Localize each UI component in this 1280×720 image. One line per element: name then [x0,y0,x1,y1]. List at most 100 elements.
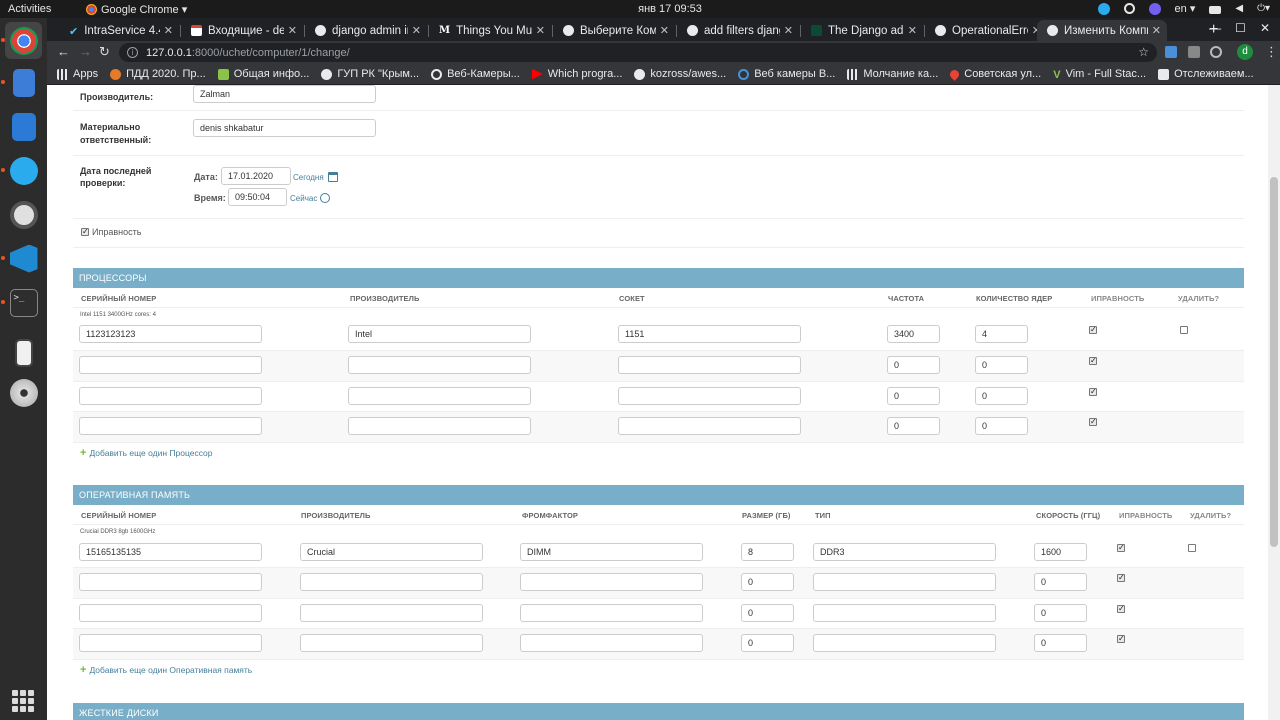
processor-maker-input[interactable] [348,356,531,374]
add-ram-link[interactable]: + Добавить еще один Оперативная память [80,665,252,676]
ram-maker-input[interactable] [300,573,483,591]
language-indicator[interactable]: en ▾ [1175,2,1196,15]
page-scrollbar[interactable] [1268,85,1280,720]
tab-operational-error[interactable]: OperationalError✕ [925,20,1047,41]
forward-icon[interactable]: → [79,44,92,59]
processor-maker-input[interactable]: Intel [348,325,531,343]
ram-speed-input[interactable]: 1600 [1034,543,1087,561]
ram-form-input[interactable] [520,634,703,652]
dock-calculator[interactable] [5,334,42,371]
bookmark-item[interactable]: kozross/awes... [634,68,726,80]
telegram-tray-icon[interactable] [1097,2,1110,15]
time-input[interactable]: 09:50:04 [228,188,287,206]
responsible-input[interactable]: denis shkabatur [193,119,376,137]
ram-maker-input[interactable] [300,604,483,622]
tab-django-admin[interactable]: The Django admin ✕ [801,20,923,41]
ram-size-input[interactable]: 0 [741,634,794,652]
tab-things-you-must[interactable]: M Things You Must ✕ [429,20,551,41]
extension-icon[interactable] [1210,46,1222,58]
chrome-menu-icon[interactable]: ⋮ [1265,44,1278,60]
ram-serial-input[interactable] [79,573,262,591]
ram-form-input[interactable] [520,573,703,591]
ram-working-checkbox[interactable]: ✓ [1117,574,1125,582]
bookmark-item[interactable]: Which progra... [531,68,622,80]
dock-image-viewer[interactable] [5,196,42,233]
ram-working-checkbox[interactable]: ✓ [1117,635,1125,643]
ram-speed-input[interactable]: 0 [1034,573,1087,591]
close-tab-icon[interactable]: ✕ [164,24,173,37]
bookmark-star-icon[interactable]: ☆ [1138,45,1149,59]
site-info-icon[interactable]: i [127,47,138,58]
close-tab-icon[interactable]: ✕ [660,24,669,37]
ram-working-checkbox[interactable]: ✓ [1117,544,1125,552]
close-tab-icon[interactable]: ✕ [288,24,297,37]
processor-freq-input[interactable]: 0 [887,356,940,374]
ram-maker-input[interactable]: Crucial [300,543,483,561]
skype-tray-icon[interactable] [1123,3,1135,14]
today-link[interactable]: Сегодня [293,173,324,182]
bookmark-item[interactable]: Веб камеры В... [738,68,835,80]
processor-freq-input[interactable]: 0 [887,387,940,405]
profile-avatar[interactable]: d [1237,44,1253,60]
bookmark-item[interactable]: Отслеживаем... [1158,68,1254,80]
ram-form-input[interactable]: DIMM [520,543,703,561]
tab-intraservice[interactable]: ✔ IntraService 4.42 ✕ [59,20,179,41]
dock-terminal[interactable]: >_ [5,284,42,321]
ram-type-input[interactable] [813,634,996,652]
extension-icon[interactable] [1188,46,1200,58]
processor-maker-input[interactable] [348,387,531,405]
reload-icon[interactable]: ↻ [99,44,110,60]
bookmark-item[interactable]: Советская ул... [948,67,1041,81]
processor-cores-input[interactable]: 0 [975,387,1028,405]
dock-document[interactable] [5,108,42,145]
bookmark-item[interactable]: ГУП РК "Крым... [321,68,419,80]
tab-change-computer[interactable]: Изменить Компь ✕ [1037,20,1167,41]
clock-icon[interactable] [320,193,330,203]
bookmark-item[interactable]: Молчание ка... [847,68,938,80]
close-tab-icon[interactable]: ✕ [908,24,917,37]
processor-working-checkbox[interactable]: ✓ [1089,418,1097,426]
ram-type-input[interactable] [813,604,996,622]
app-menu[interactable]: Google Chrome ▾ [86,3,187,16]
ram-speed-input[interactable]: 0 [1034,634,1087,652]
ram-size-input[interactable]: 0 [741,604,794,622]
close-tab-icon[interactable]: ✕ [784,24,793,37]
bookmark-apps[interactable]: Apps [57,68,98,80]
close-tab-icon[interactable]: ✕ [412,24,421,37]
processor-working-checkbox[interactable]: ✓ [1089,388,1097,396]
ram-delete-checkbox[interactable] [1188,544,1196,552]
maximize-icon[interactable]: ☐ [1235,21,1246,35]
processor-delete-checkbox[interactable] [1180,326,1188,334]
tab-choose-computer[interactable]: Выберите Компь ✕ [553,20,675,41]
ram-size-input[interactable]: 0 [741,573,794,591]
activities-button[interactable]: Activities [8,3,51,15]
tab-add-filters[interactable]: add filters djang ✕ [677,20,799,41]
ram-serial-input[interactable] [79,604,262,622]
processor-freq-input[interactable]: 0 [887,417,940,435]
back-icon[interactable]: ← [57,44,70,59]
ram-form-input[interactable] [520,604,703,622]
dock-text-editor[interactable] [5,64,42,101]
dock-vscode[interactable] [5,240,42,277]
tab-django-admin-integration[interactable]: django admin inte ✕ [305,20,427,41]
processor-freq-input[interactable]: 3400 [887,325,940,343]
processor-serial-input[interactable]: 1123123123 [79,325,262,343]
ram-size-input[interactable]: 8 [741,543,794,561]
system-clock[interactable]: янв 17 09:53 [600,3,740,15]
working-checkbox[interactable]: ✓ [81,228,89,236]
dock-chrome[interactable] [5,22,42,59]
ram-type-input[interactable] [813,573,996,591]
close-tab-icon[interactable]: ✕ [536,24,545,37]
processor-cores-input[interactable]: 4 [975,325,1028,343]
processor-cores-input[interactable]: 0 [975,417,1028,435]
processor-socket-input[interactable]: 1151 [618,325,801,343]
close-window-icon[interactable]: ✕ [1260,21,1270,35]
processor-socket-input[interactable] [618,387,801,405]
close-tab-icon[interactable]: ✕ [1152,24,1161,37]
manufacturer-input[interactable]: Zalman [193,85,376,103]
processor-socket-input[interactable] [618,356,801,374]
bookmark-item[interactable]: Веб-Камеры... [431,68,520,80]
show-applications-icon[interactable] [12,690,34,712]
viber-tray-icon[interactable] [1148,2,1161,15]
processor-cores-input[interactable]: 0 [975,356,1028,374]
